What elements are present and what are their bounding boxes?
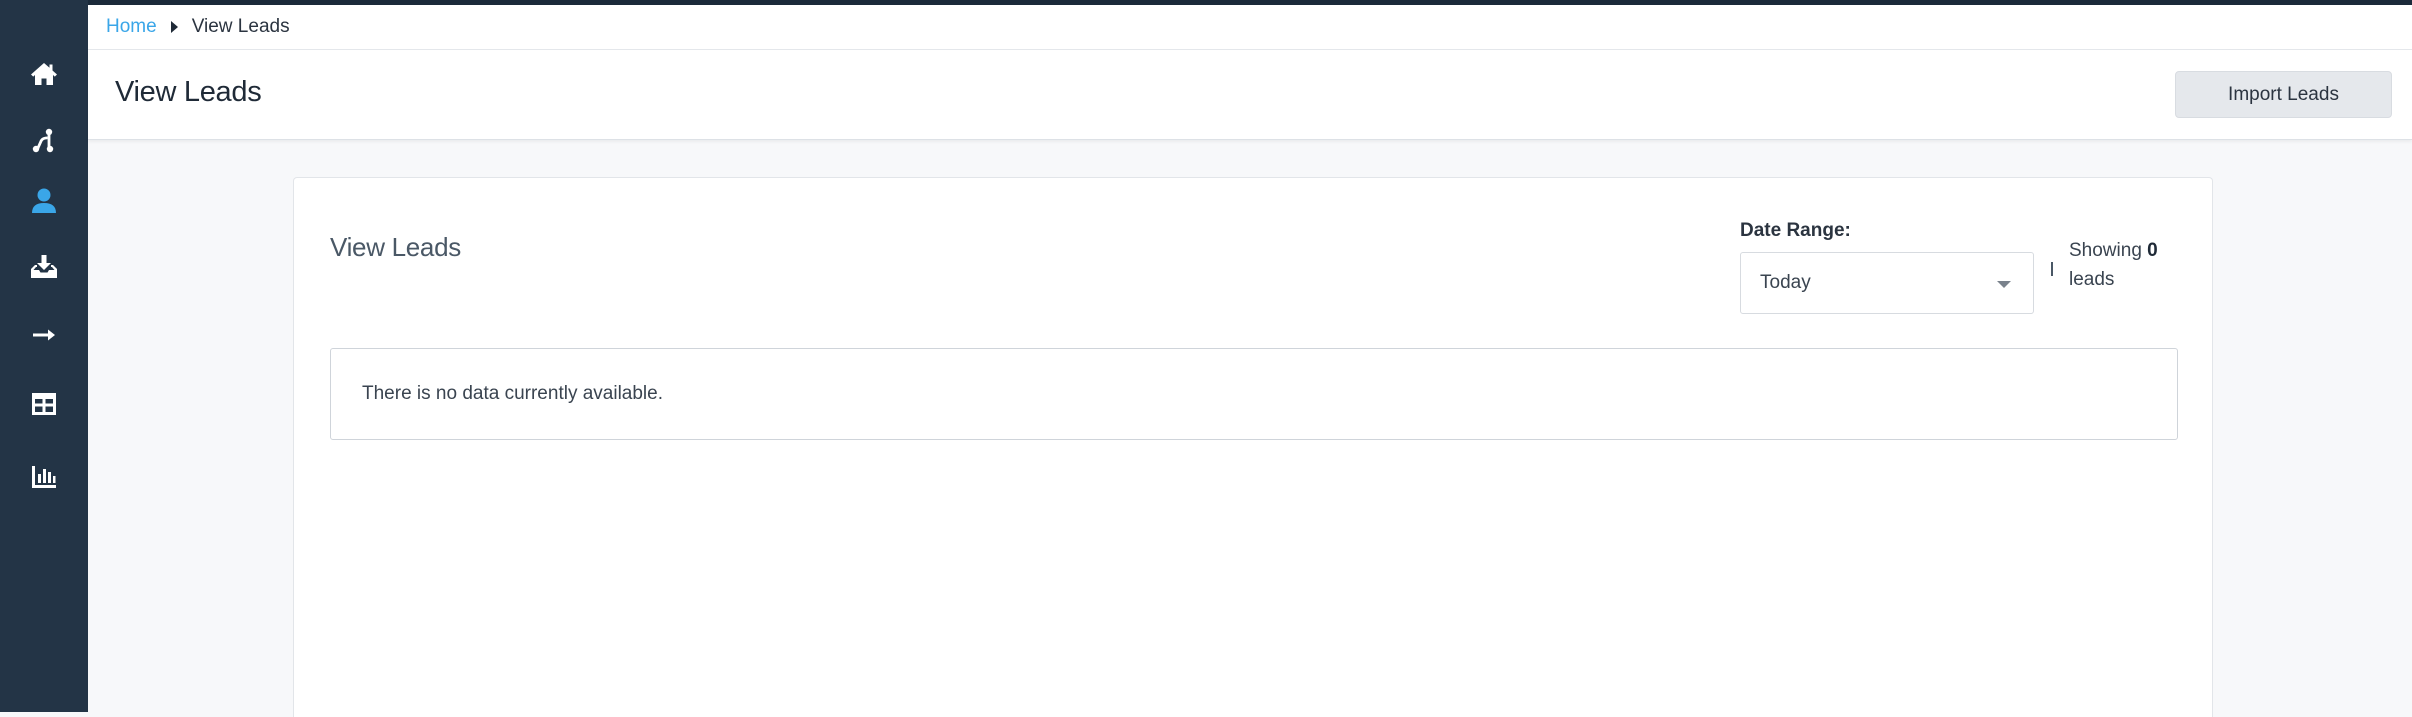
page-header: View Leads Import Leads [88,50,2412,140]
showing-count-text: Showing 0 leads [2069,236,2179,294]
table-icon [32,393,56,415]
inbox-download-icon [31,255,57,278]
user-icon [32,188,56,213]
sidebar-item-redirect[interactable] [0,305,88,365]
card-title: View Leads [330,232,461,262]
breadcrumb-home-link[interactable]: Home [106,16,157,38]
empty-state-message: There is no data currently available. [362,383,663,404]
date-range-label: Date Range: [1740,220,1851,241]
sidebar-item-leads[interactable] [0,171,88,231]
sidebar-item-tables[interactable] [0,374,88,434]
date-range-select[interactable]: Today [1740,252,2034,314]
home-icon [31,63,57,85]
sidebar-item-workflow[interactable] [0,111,88,171]
sidebar [0,0,88,712]
page-title: View Leads [115,76,262,108]
sidebar-item-reports[interactable] [0,447,88,507]
caret-right-icon [170,21,178,33]
chevron-down-icon [1997,281,2011,288]
divider [2051,262,2053,276]
showing-suffix: leads [2069,269,2115,290]
showing-count: 0 [2147,240,2158,261]
workflow-icon [32,128,54,153]
sidebar-item-import[interactable] [0,237,88,297]
date-range-value: Today [1760,272,1811,293]
bar-chart-icon [32,466,56,488]
import-leads-button[interactable]: Import Leads [2175,71,2392,118]
leads-card: View Leads Date Range: Today Showing 0 l… [293,177,2213,717]
showing-prefix: Showing [2069,240,2142,261]
empty-state: There is no data currently available. [330,348,2178,440]
main-content: Home View Leads View Leads Import Leads … [88,5,2412,717]
arrow-right-icon [33,329,55,341]
breadcrumb: Home View Leads [88,5,2412,50]
sidebar-item-home[interactable] [0,44,88,104]
breadcrumb-current: View Leads [191,16,290,37]
